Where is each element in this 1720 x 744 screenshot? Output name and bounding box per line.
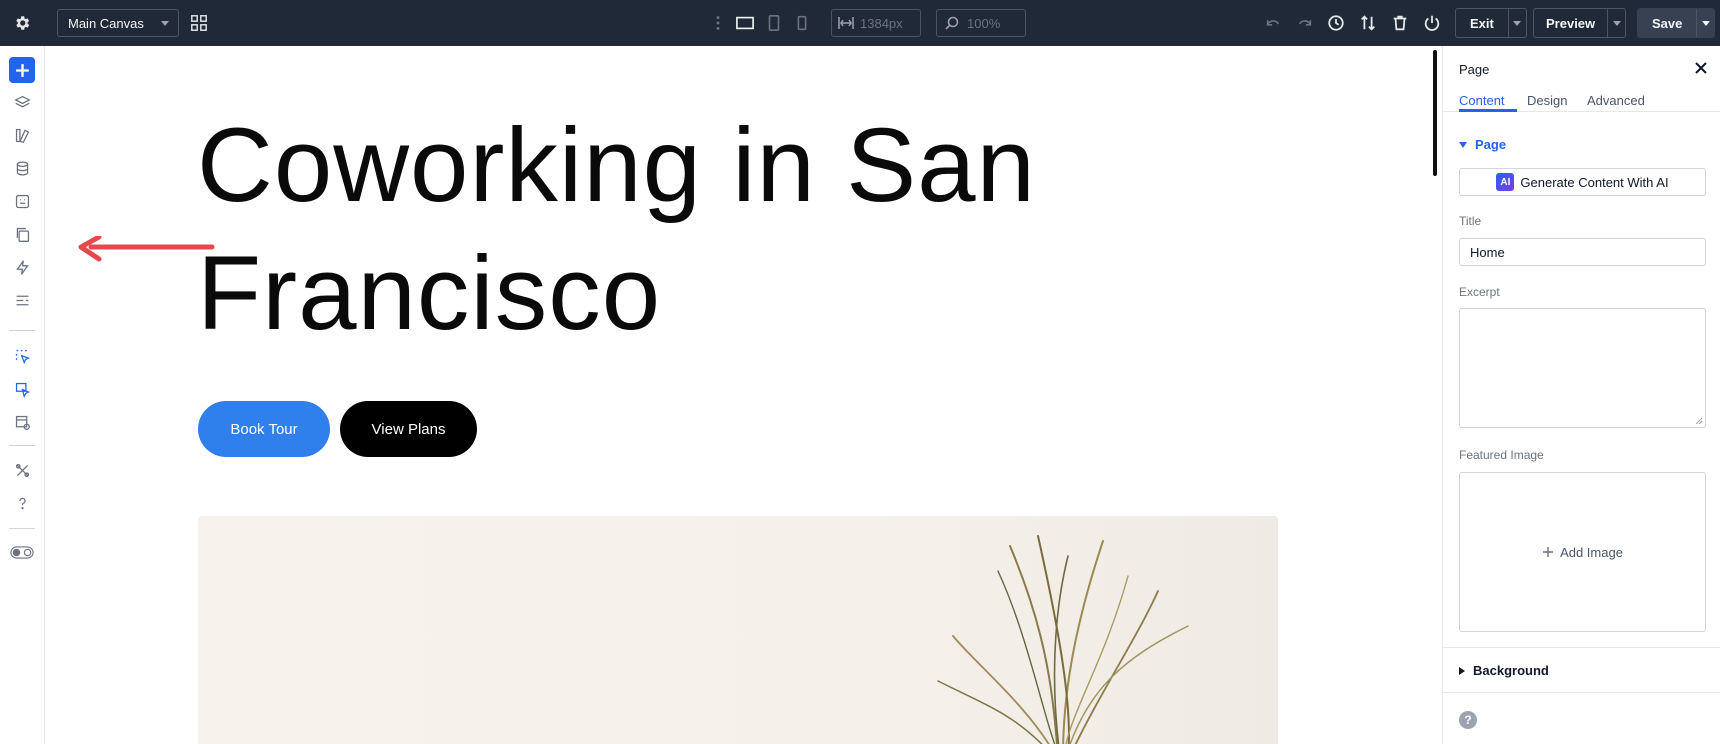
title-field[interactable]: Home — [1459, 238, 1706, 266]
library-icon[interactable] — [9, 122, 35, 148]
tablet-view-icon[interactable] — [762, 11, 786, 35]
hero-image-plant[interactable] — [198, 516, 1278, 744]
panel-divider — [1443, 692, 1720, 693]
database-icon[interactable] — [9, 155, 35, 181]
section-page-label: Page — [1475, 137, 1507, 152]
title-value: Home — [1470, 244, 1505, 260]
preview-dropdown-chevron-icon[interactable] — [1607, 9, 1625, 37]
list-settings-icon[interactable] — [9, 287, 35, 313]
plant-illustration — [937, 535, 1189, 744]
canvas-width-field[interactable]: 1384px — [831, 9, 921, 37]
section-background-toggle[interactable]: Background — [1459, 663, 1549, 678]
select-element-icon[interactable] — [9, 343, 35, 369]
rail-divider — [9, 528, 35, 529]
generate-ai-button[interactable]: AI Generate Content With AI — [1459, 168, 1706, 196]
canvas-scrollbar[interactable] — [1433, 50, 1437, 176]
tools-icon[interactable] — [9, 457, 35, 483]
canvas-select[interactable]: Main Canvas — [57, 9, 179, 37]
help-question-icon[interactable] — [9, 490, 35, 516]
desktop-view-icon[interactable] — [733, 11, 757, 35]
more-vertical-icon[interactable] — [706, 11, 730, 35]
add-image-label: Add Image — [1560, 544, 1623, 560]
page-settings-icon[interactable] — [9, 188, 35, 214]
settings-gear-icon[interactable] — [10, 11, 34, 35]
history-clock-icon[interactable] — [1324, 11, 1348, 35]
ai-icon: AI — [1496, 173, 1515, 191]
lightning-icon[interactable] — [9, 254, 35, 280]
generate-ai-label: Generate Content With AI — [1520, 174, 1669, 190]
canvas-select-value: Main Canvas — [68, 15, 144, 31]
featured-image-dropzone[interactable]: Add Image — [1459, 472, 1706, 632]
title-label: Title — [1459, 214, 1482, 228]
width-value: 1384px — [860, 15, 903, 31]
plus-icon — [1543, 547, 1554, 557]
zoom-search-icon — [937, 16, 967, 30]
save-label: Save — [1652, 15, 1683, 31]
active-tab-indicator — [1459, 109, 1517, 112]
undo-icon[interactable] — [1261, 11, 1285, 35]
chevron-down-icon — [161, 21, 169, 26]
layers-icon[interactable] — [9, 89, 35, 115]
book-tour-button[interactable]: Book Tour — [198, 401, 330, 457]
top-toolbar: Main Canvas 1384px 100% Exit Preview Sav… — [0, 0, 1720, 46]
help-circle-icon[interactable]: ? — [1459, 711, 1477, 729]
resize-handle-icon[interactable] — [1695, 417, 1703, 425]
preview-button[interactable]: Preview — [1533, 8, 1627, 38]
zoom-value: 100% — [967, 15, 1001, 31]
view-plans-button[interactable]: View Plans — [340, 401, 477, 457]
rail-divider — [9, 330, 35, 331]
settings-panel: Page Content Design Advanced Page AI Gen… — [1442, 46, 1720, 744]
save-dropdown-chevron-icon[interactable] — [1696, 9, 1714, 37]
close-icon[interactable] — [1693, 60, 1709, 76]
tab-content[interactable]: Content — [1459, 93, 1505, 108]
builder-canvas[interactable]: Coworking in San Francisco Book Tour Vie… — [45, 46, 1442, 744]
power-icon[interactable] — [1420, 11, 1444, 35]
dark-mode-toggle-icon[interactable] — [9, 539, 35, 565]
save-button[interactable]: Save — [1637, 8, 1716, 38]
caret-right-icon — [1459, 666, 1465, 675]
sort-arrows-icon[interactable] — [1356, 11, 1380, 35]
hero-heading[interactable]: Coworking in San Francisco — [197, 102, 1197, 358]
layout-grid-icon[interactable] — [187, 11, 211, 35]
panel-tabs: Content Design Advanced — [1443, 84, 1720, 112]
featured-image-label: Featured Image — [1459, 448, 1544, 462]
excerpt-textarea[interactable] — [1459, 308, 1706, 428]
tab-design[interactable]: Design — [1527, 93, 1567, 108]
section-background-label: Background — [1473, 663, 1549, 678]
zoom-field[interactable]: 100% — [936, 9, 1026, 37]
panel-divider — [1443, 647, 1720, 648]
left-sidebar — [0, 46, 45, 744]
width-arrows-icon — [832, 16, 860, 30]
excerpt-label: Excerpt — [1459, 285, 1500, 299]
annotation-arrow-icon — [78, 236, 215, 262]
tab-advanced[interactable]: Advanced — [1587, 93, 1645, 108]
theme-builder-icon[interactable] — [9, 409, 35, 435]
caret-down-icon — [1459, 141, 1467, 148]
rail-divider — [9, 445, 35, 446]
redo-icon[interactable] — [1293, 11, 1317, 35]
add-element-button[interactable] — [9, 57, 35, 83]
preview-label: Preview — [1546, 15, 1596, 31]
panel-title: Page — [1459, 62, 1490, 77]
exit-label: Exit — [1470, 15, 1494, 31]
multi-select-icon[interactable] — [9, 376, 35, 402]
pages-copy-icon[interactable] — [9, 221, 35, 247]
trash-icon[interactable] — [1388, 11, 1412, 35]
exit-dropdown-chevron-icon[interactable] — [1507, 9, 1526, 37]
exit-button[interactable]: Exit — [1455, 8, 1527, 38]
phone-view-icon[interactable] — [790, 11, 814, 35]
section-page-toggle[interactable]: Page — [1459, 137, 1506, 152]
